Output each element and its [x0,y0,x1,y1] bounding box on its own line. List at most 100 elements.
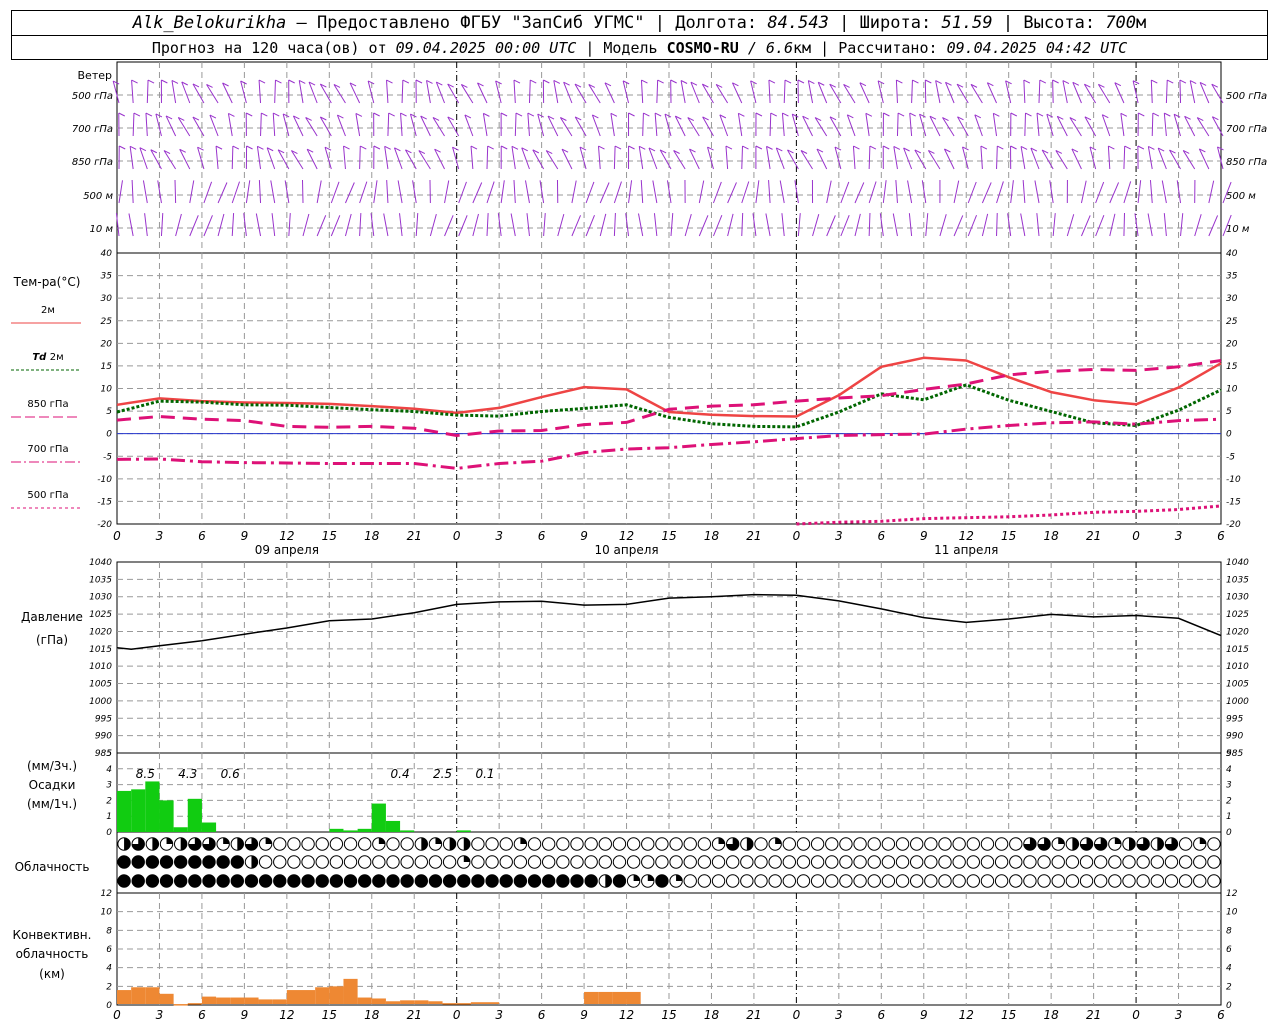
temp-tick-right: 40 [1226,249,1238,259]
wind-level-left: 700 гПа [72,124,113,135]
wind-barb [217,213,225,237]
temp-tick-right: 10 [1226,385,1238,395]
cloud-title: Облачность [15,860,90,874]
wind-barb [896,112,899,137]
wind-barb [1020,146,1026,170]
pressure-tick-right: 1005 [1226,680,1249,690]
cloud-circle-middle [825,855,839,869]
cloud-circle-lower [881,874,896,888]
pressure-tick-left: 1030 [89,593,112,603]
wind-barb [1147,146,1153,170]
cloud-circle-middle [697,855,712,869]
cloud-circle-middle [980,855,995,869]
wind-barb [189,215,199,237]
wind-barb-feather [1010,145,1017,150]
hour-label-temp: 3 [156,529,164,543]
wind-barb [807,80,814,104]
convective-line-3: (км) [39,967,65,981]
cloud-fill-full [174,874,187,888]
cloud-fill-full [287,874,301,888]
wind-barb-feather [755,112,763,117]
temp-tick-left: 5 [106,407,112,417]
cloud-fill-full [160,855,173,869]
convective-bar [244,997,259,1004]
wind-barb [514,113,517,137]
wind-barb [146,80,149,104]
wind-barb-feather [909,112,916,117]
cloud-circle-middle [598,855,613,869]
cloud-fill-partial [463,855,470,862]
wind-barb [925,213,929,237]
wind-barb-feather [386,79,393,84]
wind-barb [349,82,361,104]
wind-barb [359,145,361,170]
wind-barb [781,213,785,237]
hour-label-temp: 15 [1001,529,1016,543]
wind-level-left: 500 гПа [72,91,113,102]
cloud-circle-lower [810,874,825,888]
precip-total-label: 8.5 [136,767,155,781]
wind-barb [996,212,998,237]
wind-barb [943,148,955,170]
wind-barb [826,215,836,237]
wind-barb-feather [400,112,407,117]
cloud-circle-upper [980,837,995,851]
convective-bar [456,1003,471,1005]
hour-label-conv: 6 [877,1008,885,1022]
wind-barb [996,181,1004,204]
wind-barb [270,180,276,204]
cloud-fill-full [273,874,286,888]
wind-barb [316,180,322,204]
precip-bar [385,820,401,832]
cloud-circle-middle [895,855,910,869]
cloud-circle-lower [1079,874,1094,888]
wind-barb [486,181,495,204]
cloud-circle-upper [839,837,853,851]
wind-barb [1147,213,1153,237]
hour-label-temp: 6 [877,529,885,543]
convective-tick-left: 10 [101,908,113,918]
wind-barb [1038,80,1041,104]
wind-barb [215,146,219,170]
precip-tick-left: 4 [106,765,112,775]
cloud-circle-middle [414,855,429,869]
wind-barb [1161,180,1167,204]
cloud-circle-middle [1122,855,1136,869]
precip-title: Осадки [29,778,76,792]
wind-barb [131,80,134,104]
pressure-title: Давление [21,610,83,624]
convective-bar [385,1001,401,1004]
wind-barb [203,215,213,237]
cloud-circle-lower [1065,874,1080,888]
cloud-circle-middle [527,855,542,869]
wind-barb [266,147,276,170]
convective-tick-right: 8 [1226,926,1232,936]
wind-barb [330,215,341,237]
cloud-circle-upper [881,837,896,851]
wind-barb [486,145,489,170]
cloud-circle-upper [556,837,570,851]
cloud-circle-upper [938,837,952,851]
wind-level-right: 10 м [1226,224,1250,235]
wind-barb [654,113,658,137]
wind-barb [510,213,516,237]
wind-barb [622,80,630,104]
precip-tick-right: 5 [1226,749,1232,759]
wind-barb [1024,112,1026,137]
cloud-fill-partial [251,855,258,869]
wind-barb [1036,113,1040,137]
wind-barb [1199,82,1210,104]
cloud-fill-full [457,874,470,888]
wind-barb [181,81,191,104]
wind-barb-feather [145,112,153,117]
hour-label-conv: 3 [156,1008,164,1022]
cloud-circle-upper [1009,837,1023,851]
wind-barb [324,147,332,170]
wind-barb [996,146,998,170]
hour-label-conv: 15 [661,1008,676,1022]
convective-bar [159,993,174,1004]
wind-barb [962,146,969,170]
cloud-circle-middle [485,855,499,869]
wind-barb-feather [119,145,126,150]
temp-tick-right: -15 [1226,497,1241,507]
